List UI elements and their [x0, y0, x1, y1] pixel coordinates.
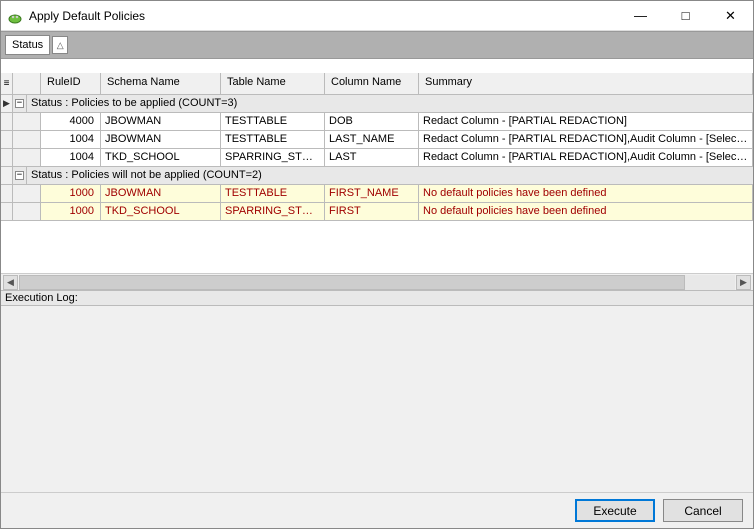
- col-header-ruleid[interactable]: RuleID: [41, 73, 101, 94]
- cell-table: TESTTABLE: [221, 185, 325, 202]
- execute-button[interactable]: Execute: [575, 499, 655, 522]
- grid: ≡ RuleID Schema Name Table Name Column N…: [1, 73, 753, 273]
- cell-column: LAST_NAME: [325, 131, 419, 148]
- cell-ruleid: 1004: [41, 131, 101, 148]
- grid-body: ▶−Status : Policies to be applied (COUNT…: [1, 95, 753, 221]
- window-title: Apply Default Policies: [29, 9, 618, 23]
- table-row[interactable]: 1000JBOWMANTESTTABLEFIRST_NAMENo default…: [1, 185, 753, 203]
- sort-indicator-icon[interactable]: △: [52, 36, 68, 54]
- col-header-table[interactable]: Table Name: [221, 73, 325, 94]
- row-gutter: [1, 113, 13, 130]
- window-controls: — □ ✕: [618, 1, 753, 30]
- group-expander[interactable]: −: [13, 167, 27, 184]
- group-by-chip-label: Status: [12, 39, 43, 51]
- spacer: [1, 59, 753, 73]
- row-gutter: [1, 149, 13, 166]
- row-indicator: [1, 167, 13, 184]
- cell-schema: JBOWMAN: [101, 131, 221, 148]
- group-label: Status : Policies to be applied (COUNT=3…: [27, 95, 753, 112]
- group-gutter-header: [13, 73, 41, 94]
- cell-column: DOB: [325, 113, 419, 130]
- scroll-right-icon[interactable]: ▶: [736, 275, 751, 290]
- col-header-column[interactable]: Column Name: [325, 73, 419, 94]
- execution-log-label: Execution Log:: [1, 290, 753, 306]
- group-expander[interactable]: −: [13, 95, 27, 112]
- cell-ruleid: 1000: [41, 185, 101, 202]
- cell-summary: Redact Column - [PARTIAL REDACTION]: [419, 113, 753, 130]
- horizontal-scrollbar[interactable]: ◀ ▶: [1, 273, 753, 290]
- group-row[interactable]: ▶−Status : Policies to be applied (COUNT…: [1, 95, 753, 113]
- dialog-footer: Execute Cancel: [1, 492, 753, 528]
- minimize-button[interactable]: —: [618, 1, 663, 30]
- col-header-summary[interactable]: Summary: [419, 73, 753, 94]
- cell-table: TESTTABLE: [221, 113, 325, 130]
- cell-ruleid: 1000: [41, 203, 101, 220]
- cell-schema: TKD_SCHOOL: [101, 203, 221, 220]
- cell-table: SPARRING_STUD...: [221, 203, 325, 220]
- row-indicator: ▶: [1, 95, 13, 112]
- table-row[interactable]: 1004JBOWMANTESTTABLELAST_NAMERedact Colu…: [1, 131, 753, 149]
- table-row[interactable]: 1004TKD_SCHOOLSPARRING_STUD...LASTRedact…: [1, 149, 753, 167]
- cell-summary: No default policies have been defined: [419, 185, 753, 202]
- row-gutter: [13, 149, 41, 166]
- cell-schema: JBOWMAN: [101, 113, 221, 130]
- group-row[interactable]: −Status : Policies will not be applied (…: [1, 167, 753, 185]
- row-gutter: [13, 203, 41, 220]
- maximize-button[interactable]: □: [663, 1, 708, 30]
- grid-header: ≡ RuleID Schema Name Table Name Column N…: [1, 73, 753, 95]
- cell-summary: No default policies have been defined: [419, 203, 753, 220]
- dialog-window: Apply Default Policies — □ ✕ Status △ ≡ …: [0, 0, 754, 529]
- row-gutter: [13, 131, 41, 148]
- execution-log-body: [1, 306, 753, 492]
- cell-summary: Redact Column - [PARTIAL REDACTION],Audi…: [419, 149, 753, 166]
- table-row[interactable]: 4000JBOWMANTESTTABLEDOBRedact Column - […: [1, 113, 753, 131]
- cell-column: FIRST: [325, 203, 419, 220]
- row-gutter: [13, 113, 41, 130]
- title-bar: Apply Default Policies — □ ✕: [1, 1, 753, 31]
- grouping-toolbar: Status △: [1, 31, 753, 59]
- cell-schema: TKD_SCHOOL: [101, 149, 221, 166]
- cell-summary: Redact Column - [PARTIAL REDACTION],Audi…: [419, 131, 753, 148]
- scroll-left-icon[interactable]: ◀: [3, 275, 18, 290]
- table-row[interactable]: 1000TKD_SCHOOLSPARRING_STUD...FIRSTNo de…: [1, 203, 753, 221]
- cell-ruleid: 4000: [41, 113, 101, 130]
- col-header-schema[interactable]: Schema Name: [101, 73, 221, 94]
- scroll-track[interactable]: [19, 275, 735, 290]
- cell-schema: JBOWMAN: [101, 185, 221, 202]
- row-gutter: [13, 185, 41, 202]
- row-gutter: [1, 131, 13, 148]
- cell-table: TESTTABLE: [221, 131, 325, 148]
- cell-table: SPARRING_STUD...: [221, 149, 325, 166]
- app-icon: [7, 8, 23, 24]
- row-gutter: [1, 185, 13, 202]
- group-label: Status : Policies will not be applied (C…: [27, 167, 753, 184]
- row-gutter: [1, 203, 13, 220]
- scroll-thumb[interactable]: [19, 275, 685, 290]
- cell-column: LAST: [325, 149, 419, 166]
- close-button[interactable]: ✕: [708, 1, 753, 30]
- cell-ruleid: 1004: [41, 149, 101, 166]
- cancel-button[interactable]: Cancel: [663, 499, 743, 522]
- cell-column: FIRST_NAME: [325, 185, 419, 202]
- group-by-chip[interactable]: Status: [5, 35, 50, 55]
- row-selector-header-icon[interactable]: ≡: [1, 73, 13, 94]
